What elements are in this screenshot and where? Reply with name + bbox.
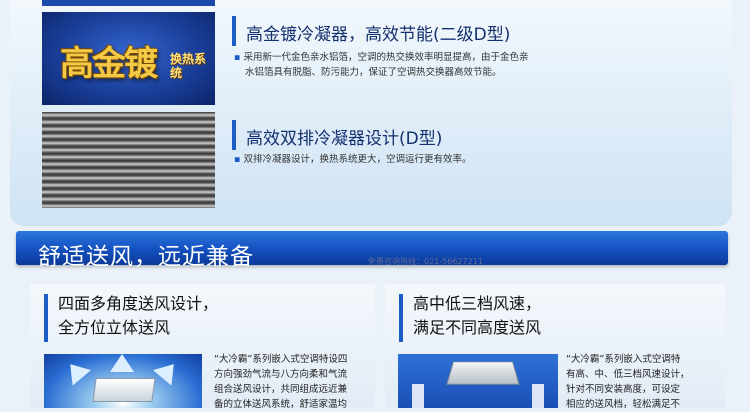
- gold-condenser-image: 高金镀 换热系统: [42, 12, 215, 105]
- airflow-arrow-icon: [61, 356, 91, 386]
- airflow-arrow-icon: [110, 354, 134, 372]
- panel-description: “大冷霸”系列嵌入式空调特 有高、中、低三档风速设计， 针对不同安装高度，可设定…: [566, 354, 690, 410]
- heat-exchange-badge: 换热系统: [170, 52, 207, 80]
- desc-line: ▪ 双排冷凝器设计，换热系统更大，空调运行更有效率。: [234, 154, 472, 165]
- panel-description: “大冷霸”系列嵌入式空调特设四 方向强劲气流与八方向柔和气流 组合送风设计，共同…: [214, 354, 348, 410]
- feature-title: 高效双排冷凝器设计(D型): [246, 129, 443, 149]
- cassette-ac-icon: [446, 361, 520, 385]
- panel-title: 高中低三档风速， 满足不同高度送风: [413, 294, 542, 337]
- airflow-stripe: [532, 384, 544, 408]
- airflow-arrow-icon: [153, 356, 183, 386]
- bullet-icon: ▪: [234, 52, 241, 63]
- airflow-stripe: [412, 384, 424, 408]
- previous-image-edge: [42, 0, 215, 6]
- title-accent-bar: [232, 16, 236, 46]
- feature-title: 高金镀冷凝器，高效节能(二级D型): [246, 25, 511, 45]
- double-row-condenser-image: [42, 112, 215, 208]
- hotline-text: 免费咨询热线：021-56627211: [368, 257, 483, 266]
- feature-description: ▪ 采用新一代金色亲水铝箔，空调的热交换效率明显提高，由于金色亲 水铝箔具有脱脂、…: [234, 50, 614, 80]
- title-accent-bar: [399, 294, 403, 342]
- cassette-unit-scene-image: [398, 354, 558, 408]
- desc-line: ▪ 采用新一代金色亲水铝箔，空调的热交换效率明显提高，由于金色亲: [234, 52, 529, 63]
- air-flow-scene-image: [44, 354, 202, 408]
- ac-unit-icon: [92, 378, 156, 402]
- feature-description: ▪ 双排冷凝器设计，换热系统更大，空调运行更有效率。: [234, 152, 614, 167]
- bullet-icon: ▪: [234, 154, 241, 165]
- panel-title: 四面多角度送风设计， 全方位立体送风: [58, 294, 219, 337]
- section-title: 舒适送风，远近兼备: [38, 244, 254, 270]
- gold-plating-logo: 高金镀: [60, 44, 158, 84]
- title-accent-bar: [44, 294, 48, 342]
- desc-line: 水铝箔具有脱脂、防污能力，保证了空调热交换器高效节能。: [245, 67, 502, 78]
- title-accent-bar: [232, 120, 236, 150]
